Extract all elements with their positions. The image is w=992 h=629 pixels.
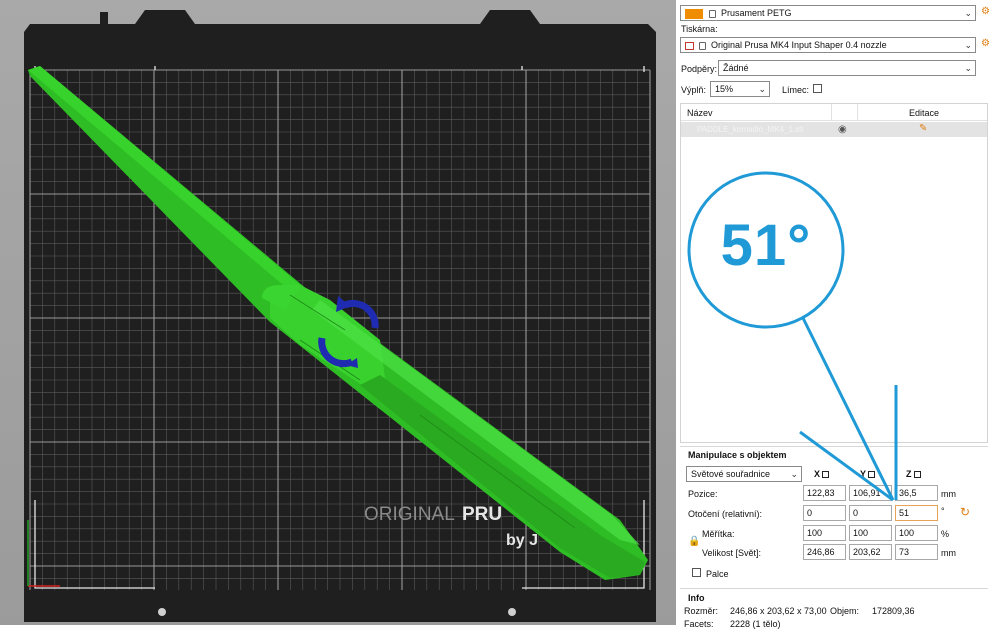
printer-icon	[685, 41, 694, 50]
rotation-y-input[interactable]: 0	[849, 505, 892, 521]
size-z-input[interactable]: 73	[895, 544, 938, 560]
supports-label: Podpěry:	[681, 64, 718, 74]
gear-icon[interactable]: ⚙	[981, 38, 990, 49]
filament-name: Prusament PETG	[721, 8, 792, 18]
rotation-label: Otočení (relativní):	[688, 509, 763, 519]
size-y-input[interactable]: 203,62	[849, 544, 892, 560]
column-name: Název	[687, 108, 713, 118]
axis-z-header: Z	[906, 469, 921, 479]
brim-checkbox[interactable]	[813, 84, 822, 93]
gear-icon[interactable]: ⚙	[981, 6, 990, 17]
bed-logo-by: by J	[506, 532, 538, 549]
object-name: PADDLE_kormidlo_MK4_1.stl	[697, 125, 804, 134]
size-x-input[interactable]: 246,86	[803, 544, 846, 560]
axis-z-label: Z	[906, 469, 912, 479]
chevron-down-icon: ⌄	[758, 84, 766, 94]
annotation-label: 51°	[720, 213, 812, 278]
bed-screw-left	[158, 608, 166, 616]
printer-name: Original Prusa MK4 Input Shaper 0.4 nozz…	[711, 40, 887, 50]
axis-x-header: X	[814, 469, 830, 479]
infill-value: 15%	[715, 84, 734, 94]
info-size-label: Rozměr:	[684, 606, 719, 616]
scale-y-input[interactable]: 100	[849, 525, 892, 541]
chevron-down-icon: ⌄	[964, 63, 972, 73]
filament-color-swatch	[685, 8, 703, 19]
coordinates-select[interactable]: Světové souřadnice ⌄	[686, 466, 802, 482]
position-label: Pozice:	[688, 489, 718, 499]
edit-icon[interactable]: ✎	[919, 123, 927, 134]
position-x-input[interactable]: 122,83	[803, 485, 846, 501]
object-list-header: Název Editace	[681, 104, 987, 121]
separator	[680, 588, 988, 589]
rotation-x-input[interactable]: 0	[803, 505, 846, 521]
info-volume-label: Objem:	[830, 606, 860, 616]
drop-to-bed-icon[interactable]	[868, 471, 876, 479]
info-facets-value: 2228 (1 tělo)	[730, 619, 781, 629]
inches-checkbox[interactable]	[692, 568, 701, 577]
coordinates-value: Světové souřadnice	[691, 469, 771, 479]
brim-label: Límec:	[782, 85, 810, 95]
printer-label: Tiskárna:	[681, 24, 718, 34]
separator	[680, 446, 988, 447]
column-edit: Editace	[909, 108, 940, 118]
position-unit: mm	[941, 489, 956, 499]
info-facets-label: Facets:	[684, 619, 714, 629]
printer-select[interactable]: Original Prusa MK4 Input Shaper 0.4 nozz…	[680, 37, 976, 53]
scale-z-input[interactable]: 100	[895, 525, 938, 541]
chevron-down-icon: ⌄	[964, 40, 972, 50]
lock-scale-icon[interactable]: 🔒	[688, 536, 700, 547]
3d-viewport[interactable]: ORIGINAL PRU by J	[0, 0, 676, 625]
eye-icon[interactable]: ◉	[838, 124, 847, 135]
size-unit: mm	[941, 548, 956, 558]
scale-x-input[interactable]: 100	[803, 525, 846, 541]
inches-label: Palce	[706, 569, 729, 579]
axis-y-label: Y	[860, 469, 867, 479]
scale-unit: %	[941, 529, 950, 539]
rotation-z-input[interactable]: 51	[895, 505, 938, 521]
info-volume-value: 172809,36	[872, 606, 915, 616]
infill-select[interactable]: 15% ⌄	[710, 81, 770, 97]
drop-to-bed-icon[interactable]	[913, 471, 921, 479]
info-size-value: 246,86 x 203,62 x 73,00	[730, 606, 827, 616]
reset-rotation-icon[interactable]: ↻	[960, 505, 970, 519]
axis-x-label: X	[814, 469, 821, 479]
lock-icon	[709, 9, 716, 18]
info-title: Info	[688, 593, 705, 603]
settings-panel: Prusament PETG ⌄ ⚙ Tiskárna: Original Pr…	[676, 0, 992, 629]
position-z-input[interactable]: 36,5	[895, 485, 938, 501]
infill-label: Výplň:	[681, 85, 707, 95]
chevron-down-icon: ⌄	[964, 8, 972, 18]
size-label: Velikost [Svět]:	[702, 548, 762, 558]
supports-select[interactable]: Žádné ⌄	[718, 60, 976, 76]
print-bed-scene: ORIGINAL PRU by J	[24, 10, 656, 622]
bed-tab	[100, 12, 108, 24]
manipulation-title: Manipulace s objektem	[688, 450, 787, 460]
supports-value: Žádné	[723, 63, 749, 73]
bed-screw-right	[508, 608, 516, 616]
bed-logo-prusa: PRU	[462, 504, 502, 525]
axis-y-header: Y	[860, 469, 876, 479]
lock-icon	[699, 41, 706, 50]
scale-label: Měřítka:	[702, 529, 735, 539]
list-item[interactable]: PADDLE_kormidlo_MK4_1.stl ◉ ✎	[681, 122, 987, 137]
drop-to-bed-icon[interactable]	[822, 471, 830, 479]
filament-select[interactable]: Prusament PETG ⌄	[680, 5, 976, 21]
bed-logo-original: ORIGINAL	[364, 504, 455, 525]
position-y-input[interactable]: 106,91	[849, 485, 892, 501]
chevron-down-icon: ⌄	[790, 469, 798, 479]
rotation-unit: °	[941, 506, 945, 516]
